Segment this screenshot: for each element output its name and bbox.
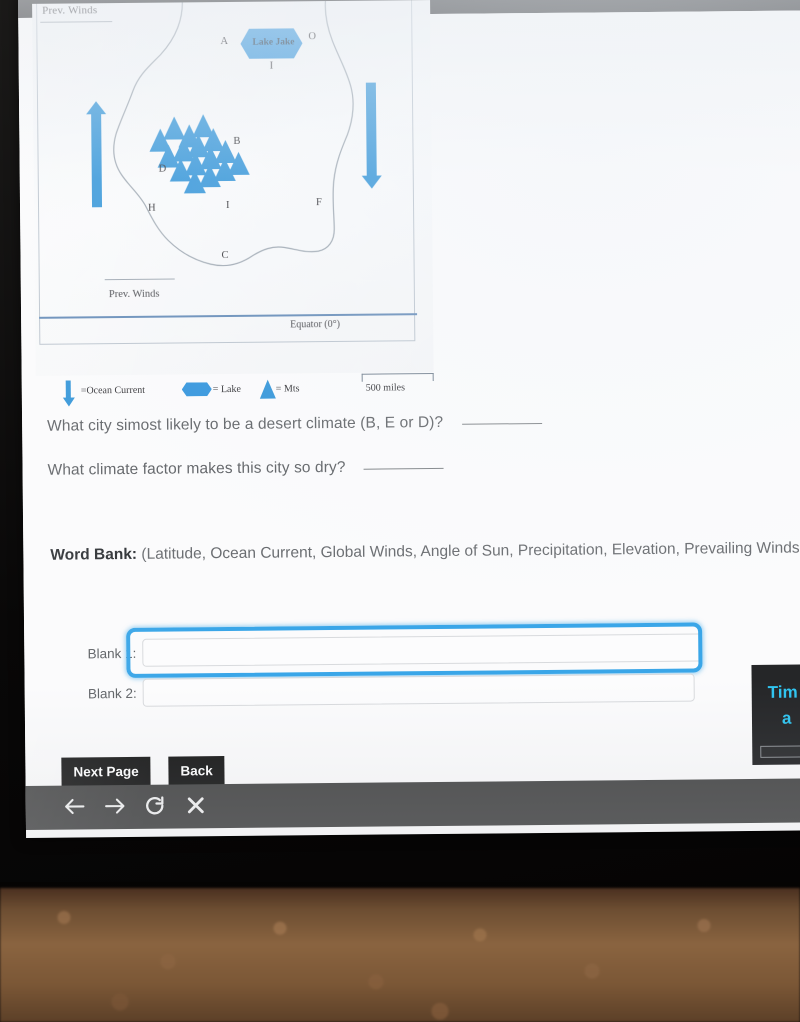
mountain-range [145,106,250,197]
legend-lake-label: = Lake [212,383,241,396]
legend-ocean-current-label: =Ocean Current [80,384,146,397]
blank-1-focus-ring [126,622,703,678]
carpet-floor [0,888,800,1022]
blank-2-input[interactable] [142,673,695,707]
legend-mountains-label: = Mts [275,383,300,395]
arrow-head-icon [361,175,382,189]
back-button[interactable]: Back [168,756,225,786]
laptop-screen: Prev. Winds Lake Jake A O I B D H I F C … [18,0,800,838]
blank-2-label: Blank 2: [87,685,137,701]
back-arrow-icon[interactable] [62,793,88,819]
mountains-icon [259,379,276,399]
map-label-i-top: I [269,60,274,72]
map-label-o: O [308,31,317,43]
equator-label: Equator (0°) [290,318,341,331]
question-1-text: What city simost likely to be a desert c… [47,413,444,435]
reload-icon[interactable] [142,793,168,819]
question-1: What city simost likely to be a desert c… [47,413,542,436]
arrow-head-icon [86,101,107,115]
question-2-answer-line [364,467,445,470]
next-page-button[interactable]: Next Page [61,756,151,787]
ocean-current-arrow-right [361,82,382,189]
blank-2-row: Blank 2: [65,673,695,708]
worksheet-page: Prev. Winds Lake Jake A O I B D H I F C … [18,0,800,787]
lake-icon [182,382,212,396]
timer-line-1: Tim [767,682,798,702]
map-label-b: B [233,135,241,147]
word-bank-text: (Latitude, Ocean Current, Global Winds, … [141,538,800,563]
lake-label: Lake Jake [252,37,295,48]
map-legend: =Ocean Current = Lake = Mts 500 miles [36,372,434,406]
word-bank-label: Word Bank: [50,545,138,564]
forward-arrow-icon[interactable] [102,793,128,819]
timer-panel: Tim a [751,664,800,765]
map-label-d: D [158,163,167,175]
photo-of-laptop-screen: Prev. Winds Lake Jake A O I B D H I F C … [0,0,800,1022]
scale-label: 500 miles [365,382,406,394]
close-icon[interactable] [183,792,209,818]
timer-progress-bar [760,745,800,758]
question-2-text: What climate factor makes this city so d… [47,458,346,479]
scale-bar [361,373,434,382]
ocean-current-icon [65,380,71,399]
map-label-a: A [220,35,229,48]
climate-map-figure: Prev. Winds Lake Jake A O I B D H I F C … [32,0,434,376]
map-label-c: C [221,249,229,262]
browser-toolbar [25,778,800,830]
map-prev-winds-bottom-label: Prev. Winds [108,288,160,301]
map-label-h: H [147,202,156,214]
timer-line-2: a [781,708,792,728]
mountain-icon [227,151,250,175]
map-label-i-mid: I [225,199,230,212]
ocean-current-arrow-left [86,101,107,208]
question-1-answer-line [461,422,542,425]
map-label-f: F [315,197,322,209]
question-2: What climate factor makes this city so d… [47,458,445,480]
word-bank: Word Bank: (Latitude, Ocean Current, Glo… [50,537,800,567]
